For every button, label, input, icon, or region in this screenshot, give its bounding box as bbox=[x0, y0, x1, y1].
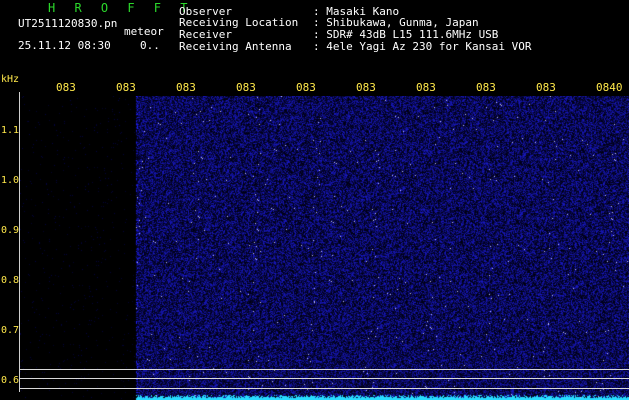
time-tick: 083 bbox=[416, 81, 436, 94]
app-title: H R O F F T bbox=[48, 1, 194, 15]
reference-line bbox=[20, 369, 629, 370]
freq-tick: 1.1 bbox=[1, 125, 20, 136]
frequency-axis-line bbox=[19, 92, 20, 392]
spectrogram-display[interactable] bbox=[20, 96, 629, 400]
time-tick: 083 bbox=[476, 81, 496, 94]
time-tick: 083 bbox=[56, 81, 76, 94]
freq-tick: 0.9 bbox=[1, 225, 20, 236]
count-label: 0.. bbox=[140, 39, 160, 52]
time-tick: 083 bbox=[116, 81, 136, 94]
antenna-label: Receiving Antenna bbox=[179, 40, 292, 53]
reference-line bbox=[20, 388, 629, 389]
time-tick: 0840 bbox=[596, 81, 623, 94]
detection-type-label: meteor bbox=[124, 25, 164, 38]
time-tick: 083 bbox=[356, 81, 376, 94]
datetime-label: 25.11.12 08:30 bbox=[18, 39, 111, 52]
freq-tick: 0.7 bbox=[1, 325, 20, 336]
time-tick: 083 bbox=[296, 81, 316, 94]
freq-tick: 1.0 bbox=[1, 175, 20, 186]
time-tick: 083 bbox=[176, 81, 196, 94]
time-tick: 083 bbox=[236, 81, 256, 94]
freq-tick: 0.6 bbox=[1, 375, 20, 386]
time-tick: 083 bbox=[536, 81, 556, 94]
filename-label: UT2511120830.pn bbox=[18, 17, 118, 30]
freq-tick: 0.8 bbox=[1, 275, 20, 286]
reference-line bbox=[20, 378, 629, 379]
antenna-value: : 4ele Yagi Az 230 for Kansai VOR bbox=[313, 40, 532, 53]
frequency-unit-label: kHz bbox=[1, 74, 20, 85]
